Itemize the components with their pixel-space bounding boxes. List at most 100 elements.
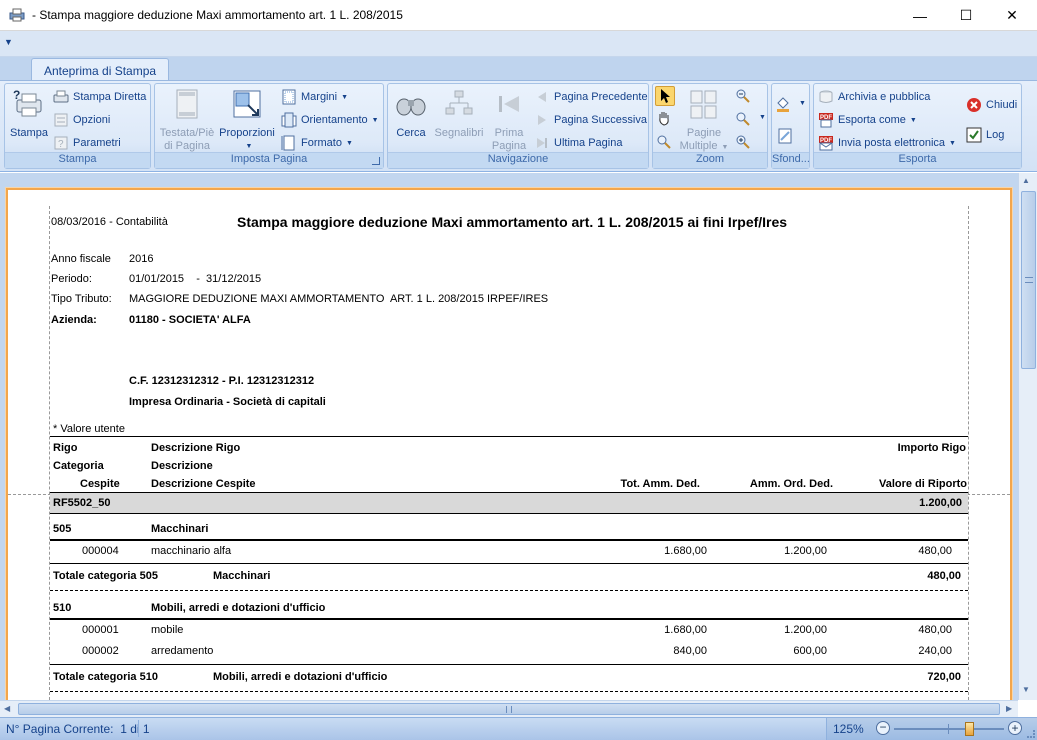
- zoom-dropdown[interactable]: ▼: [735, 111, 767, 129]
- status-bar: N° Pagina Corrente: 1 di 1 125% − +: [0, 717, 1037, 740]
- printer-icon: ?: [13, 88, 42, 117]
- zoom-panel: 125% − +: [826, 718, 1037, 740]
- group-label-imposta-pagina: Imposta Pagina: [155, 152, 383, 168]
- close-button[interactable]: ✕: [989, 0, 1035, 31]
- cat1-code: 505: [53, 523, 72, 535]
- cf-piva: C.F. 12312312312 - P.I. 12312312312: [129, 375, 315, 387]
- horizontal-scrollbar[interactable]: ◀ ▶: [0, 700, 1018, 717]
- preview-area[interactable]: 08/03/2016 - Contabilità Stampa maggiore…: [0, 173, 1018, 708]
- printer-app-icon: [9, 8, 25, 22]
- invia-posta-dropdown[interactable]: PDF Invia posta elettronica ▼: [818, 134, 956, 152]
- scroll-up-icon[interactable]: ▲: [1022, 176, 1030, 185]
- cat1-rule: [50, 539, 968, 541]
- group-zoom: Pagine Multiple ▼ ▼ Zoom: [652, 83, 768, 169]
- log-button[interactable]: Log: [966, 126, 1004, 144]
- cat2-item1-val: 480,00: [918, 624, 952, 636]
- proporzioni-button[interactable]: Proporzioni ▼: [219, 88, 275, 153]
- zoom-in-button[interactable]: [735, 134, 753, 152]
- archivia-pubblica-button[interactable]: Archivia e pubblica: [818, 88, 930, 106]
- zoom-percent: 125%: [833, 722, 864, 736]
- cat1-total-rule: [50, 563, 968, 564]
- watermark-icon: [778, 128, 792, 144]
- pagina-precedente-button[interactable]: Pagina Precedente: [534, 88, 648, 106]
- cat2-item2-ord: 600,00: [793, 645, 827, 657]
- periodo-label: Periodo:: [51, 273, 92, 285]
- customize-qat-icon[interactable]: ▼: [4, 37, 13, 47]
- report-document: 08/03/2016 - Contabilità Stampa maggiore…: [8, 190, 1010, 706]
- maximize-button[interactable]: ☐: [943, 0, 989, 31]
- pointer-tool-button[interactable]: [655, 86, 675, 106]
- group-stampa: ? Stampa Stampa Diretta Opzioni ? Parame…: [4, 83, 151, 169]
- tributo-value: MAGGIORE DEDUZIONE MAXI AMMORTAMENTO ART…: [129, 293, 549, 305]
- opzioni-button[interactable]: Opzioni: [53, 111, 110, 129]
- pagine-multiple-button[interactable]: Pagine Multiple ▼: [679, 88, 729, 154]
- watermark-button[interactable]: [777, 128, 795, 146]
- col-descrizione-cespite: Descrizione Cespite: [151, 478, 256, 490]
- parametri-button[interactable]: ? Parametri: [53, 134, 121, 152]
- ribbon-tabstrip: Anteprima di Stampa: [0, 57, 1037, 82]
- cat2-item1-cespite: 000001: [82, 624, 119, 636]
- scroll-down-icon[interactable]: ▼: [1022, 685, 1030, 694]
- scale-icon: [233, 90, 261, 118]
- formato-dropdown[interactable]: Formato ▼: [281, 134, 353, 152]
- tab-anteprima-di-stampa[interactable]: Anteprima di Stampa: [31, 58, 170, 82]
- resize-grip-icon[interactable]: [1027, 730, 1035, 738]
- chiudi-button[interactable]: Chiudi: [966, 96, 1017, 114]
- vertical-scroll-thumb[interactable]: [1021, 191, 1036, 369]
- log-icon: [966, 127, 982, 143]
- magnifier-icon: [657, 135, 671, 149]
- report-page: 08/03/2016 - Contabilità Stampa maggiore…: [6, 188, 1012, 708]
- next-page-icon: [538, 115, 546, 125]
- pointer-icon: [661, 89, 670, 103]
- page-setup-launcher-icon[interactable]: [372, 157, 380, 165]
- hand-tool-button[interactable]: [656, 110, 674, 128]
- stampa-diretta-button[interactable]: Stampa Diretta: [53, 88, 146, 106]
- cat1-item-tot: 1.680,00: [664, 545, 707, 557]
- right-margin-guide: [968, 206, 969, 706]
- zoom-plus-icon[interactable]: +: [1008, 721, 1022, 735]
- azienda-label: Azienda:: [51, 314, 97, 326]
- segnalibri-button[interactable]: Segnalibri: [432, 88, 486, 140]
- zoom-slider-track[interactable]: [894, 728, 1004, 730]
- col-rigo: Rigo: [53, 442, 78, 454]
- options-icon: [54, 113, 68, 127]
- col-cespite: Cespite: [80, 478, 120, 490]
- col-amm-ord: Amm. Ord. Ded.: [749, 478, 833, 490]
- vertical-scrollbar[interactable]: ▲ ▼: [1018, 173, 1037, 700]
- zoom-minus-icon[interactable]: −: [876, 721, 890, 735]
- zoom-slider-thumb[interactable]: [964, 722, 974, 736]
- hand-icon: [659, 112, 669, 126]
- zoom-tool-button[interactable]: [656, 134, 674, 152]
- cat2-rule: [50, 618, 968, 620]
- page-color-dropdown[interactable]: ▼: [775, 96, 807, 116]
- scroll-right-icon[interactable]: ▶: [1006, 704, 1012, 713]
- group-label-zoom: Zoom: [653, 152, 767, 168]
- bookmarks-tree-icon: [445, 90, 473, 115]
- cerca-button[interactable]: Cerca: [392, 88, 430, 140]
- minimize-button[interactable]: —: [897, 0, 943, 31]
- parameters-help-icon: ?: [54, 136, 68, 150]
- cat2-total-desc: Mobili, arredi e dotazioni d'ufficio: [213, 671, 388, 683]
- cat1-total-label: Totale categoria 505: [53, 570, 158, 582]
- ultima-pagina-button[interactable]: Ultima Pagina: [534, 134, 622, 152]
- cat1-desc: Macchinari: [151, 523, 209, 535]
- testata-pie-button[interactable]: Testata/Piè di Pagina: [157, 88, 217, 153]
- rigo-code: RF5502_50: [53, 497, 111, 509]
- group-sfondo: ▼ Sfond...: [771, 83, 810, 169]
- prima-pagina-button[interactable]: Prima Pagina: [488, 88, 530, 153]
- zoom-out-button[interactable]: [735, 88, 753, 106]
- anno-label: Anno fiscale: [51, 253, 111, 265]
- scroll-left-icon[interactable]: ◀: [4, 704, 10, 713]
- cat1-item-cespite: 000004: [82, 545, 119, 557]
- title-bar: - Stampa maggiore deduzione Maxi ammorta…: [0, 0, 1037, 31]
- horizontal-scroll-thumb[interactable]: [18, 703, 1000, 715]
- pagina-successiva-button[interactable]: Pagina Successiva: [534, 111, 647, 129]
- col-valore-riporto: Valore di Riporto: [878, 478, 967, 490]
- stampa-button[interactable]: ? Stampa: [8, 88, 50, 140]
- cat2-item2-cespite: 000002: [82, 645, 119, 657]
- current-page-status: N° Pagina Corrente: 1 di 1: [6, 722, 150, 736]
- orientamento-dropdown[interactable]: Orientamento ▼: [281, 111, 379, 129]
- esporta-come-dropdown[interactable]: PDF Esporta come ▼: [818, 111, 917, 129]
- margini-dropdown[interactable]: Margini ▼: [281, 88, 348, 106]
- group-label-stampa: Stampa: [5, 152, 150, 168]
